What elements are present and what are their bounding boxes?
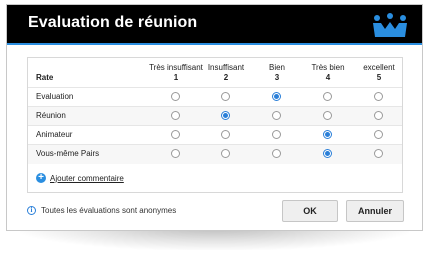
rating-radio-5[interactable] [374, 130, 383, 139]
plus-circle-icon: + [36, 173, 46, 183]
rating-radio-3[interactable] [272, 92, 281, 101]
column-header-5: excellent 5 [339, 63, 419, 83]
rating-row: Réunion [28, 106, 402, 126]
rating-table: Rate Très insuffisant 1 Insuffisant 2 Bien 3 T… [27, 57, 403, 193]
rating-row-label: Vous-même Pairs [36, 149, 100, 158]
rating-radio-2[interactable] [221, 149, 230, 158]
rating-radio-3[interactable] [272, 149, 281, 158]
rating-radio-4[interactable] [323, 149, 332, 158]
rating-row-label: Animateur [36, 130, 73, 139]
cancel-button[interactable]: Annuler [346, 200, 404, 222]
rating-radio-1[interactable] [171, 130, 180, 139]
column-header-label: excellent [363, 63, 395, 72]
rating-radio-2[interactable] [221, 92, 230, 101]
dialog-title: Evaluation de réunion [28, 14, 198, 31]
rating-row-label: Evaluation [36, 92, 74, 101]
anonymous-notice-text: Toutes les évaluations sont anonymes [41, 206, 177, 215]
rating-row: Evaluation [28, 87, 402, 107]
rating-row-label: Réunion [36, 111, 66, 120]
info-icon: i [27, 206, 36, 215]
rating-radio-3[interactable] [272, 111, 281, 120]
rating-radio-1[interactable] [171, 149, 180, 158]
rating-radio-4[interactable] [323, 130, 332, 139]
anonymous-notice: i Toutes les évaluations sont anonymes [27, 206, 176, 215]
people-group-icon [373, 13, 407, 37]
rating-radio-1[interactable] [171, 92, 180, 101]
rating-radio-5[interactable] [374, 92, 383, 101]
rating-radio-2[interactable] [221, 130, 230, 139]
rating-row: Vous-même Pairs [28, 144, 402, 164]
title-bar: Evaluation de réunion [7, 5, 422, 45]
column-header-value: 5 [376, 73, 382, 82]
rating-radio-5[interactable] [374, 149, 383, 158]
rate-header: Rate [36, 73, 54, 82]
rating-radio-2[interactable] [221, 111, 230, 120]
rating-radio-4[interactable] [323, 92, 332, 101]
add-comment-label[interactable]: Ajouter commentaire [50, 174, 124, 183]
add-comment-link[interactable]: + Ajouter commentaire [36, 173, 124, 183]
rating-radio-3[interactable] [272, 130, 281, 139]
rating-radio-5[interactable] [374, 111, 383, 120]
evaluation-dialog: Evaluation de réunion Rate Très insuffis… [6, 4, 423, 231]
ok-button[interactable]: OK [282, 200, 338, 222]
rating-row: Animateur [28, 125, 402, 145]
rating-radio-4[interactable] [323, 111, 332, 120]
rating-radio-1[interactable] [171, 111, 180, 120]
